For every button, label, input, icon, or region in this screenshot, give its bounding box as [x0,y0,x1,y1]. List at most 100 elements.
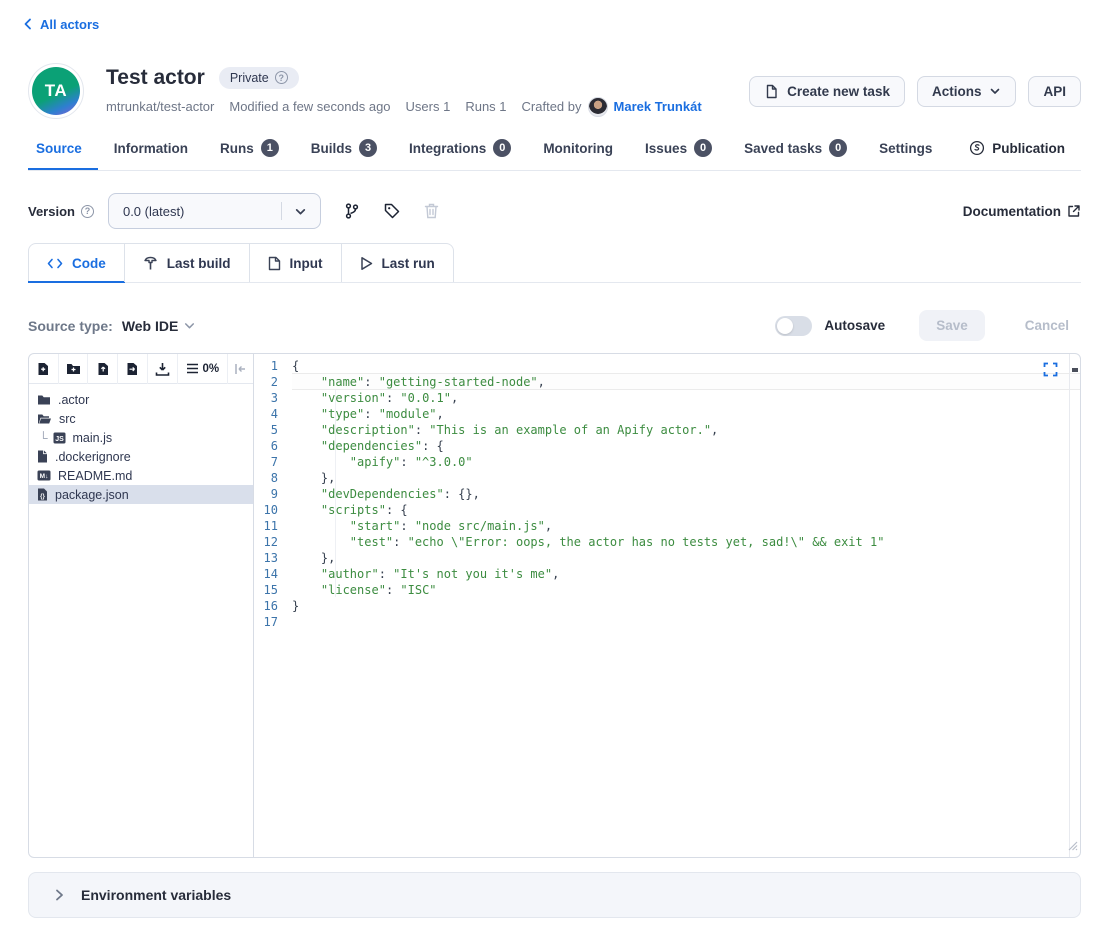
line-content: "dependencies": { [292,438,1080,454]
code-line[interactable]: 11 "start": "node src/main.js", [254,518,1080,534]
collapse-sidebar-button[interactable] [228,354,253,384]
code-line[interactable]: 2 "name": "getting-started-node", [254,374,1080,390]
resize-handle[interactable] [1066,839,1078,855]
line-number: 16 [254,598,292,614]
file-tree-item-main.js[interactable]: └JSmain.js [29,428,253,447]
download-button[interactable] [148,354,178,384]
documentation-link[interactable]: Documentation [963,204,1081,219]
version-select[interactable]: 0.0 (latest) [108,193,321,229]
tab-bar-items: Source InformationRuns1Builds3Integration… [28,139,948,170]
code-line[interactable]: 9 "devDependencies": {}, [254,486,1080,502]
autosave-toggle[interactable] [775,316,812,336]
tab-monitoring[interactable]: Monitoring [527,141,629,169]
code-line[interactable]: 6 "dependencies": { [254,438,1080,454]
tab-badge: 0 [694,139,712,157]
zoom-control[interactable]: 0% [178,354,229,384]
file-file-icon [37,450,48,463]
tab-saved-tasks[interactable]: Saved tasks0 [728,139,863,170]
subtab-input[interactable]: Input [249,243,342,282]
line-number: 3 [254,390,292,406]
file-tree-item-readme.md[interactable]: M↓ README.md [29,466,253,485]
tab-source[interactable]: Source [28,141,98,169]
rename-file-button[interactable] [118,354,148,384]
code-line[interactable]: 13 }, [254,550,1080,566]
code-line[interactable]: 3 "version": "0.0.1", [254,390,1080,406]
file-name: README.md [58,469,132,483]
scrollbar-thumb[interactable] [1072,368,1078,372]
tab-publication[interactable]: Publication [969,140,1065,169]
new-folder-icon [66,362,81,375]
code-line[interactable]: 1{ [254,358,1080,374]
line-content: "apify": "^3.0.0" [292,454,1080,470]
tab-integrations[interactable]: Integrations0 [393,139,527,170]
folder-icon [37,413,52,425]
breadcrumb[interactable]: All actors [20,16,99,32]
code-line[interactable]: 8 }, [254,470,1080,486]
line-number: 8 [254,470,292,486]
author-link[interactable]: Marek Trunkát [614,99,702,114]
folder-icon [37,394,51,406]
code-line[interactable]: 5 "description": "This is an example of … [254,422,1080,438]
tab-label: Source [36,141,82,156]
actions-button[interactable]: Actions [917,76,1017,107]
code-area[interactable]: 1{2 "name": "getting-started-node",3 "ve… [254,354,1080,857]
version-help-icon[interactable]: ? [81,205,94,218]
tab-settings[interactable]: Settings [863,141,948,169]
git-branch-icon [343,202,361,220]
git-branch-button[interactable] [343,202,361,220]
file-name: main.js [73,431,113,445]
line-content: }, [292,470,1080,486]
author-avatar [588,97,608,117]
svg-text:{}: {} [40,494,45,500]
vertical-scrollbar[interactable] [1069,354,1080,857]
file-tree-item-.actor[interactable]: .actor [29,390,253,409]
file-tree-item-src[interactable]: src [29,409,253,428]
line-content: "license": "ISC" [292,582,1080,598]
create-new-task-button[interactable]: Create new task [749,76,905,107]
environment-variables-section[interactable]: Environment variables [28,872,1081,918]
save-button[interactable]: Save [919,310,985,341]
subtab-code[interactable]: Code [28,243,125,282]
tab-label: Monitoring [543,141,613,156]
code-line[interactable]: 12 "test": "echo \"Error: oops, the acto… [254,534,1080,550]
subtab-last-run[interactable]: Last run [341,243,454,282]
users-count: Users 1 [406,99,451,114]
upload-file-button[interactable] [88,354,118,384]
subtab-last-build[interactable]: Last build [124,243,250,282]
actions-label: Actions [932,84,982,99]
tab-information[interactable]: Information [98,141,204,169]
code-line[interactable]: 16} [254,598,1080,614]
code-line[interactable]: 17 [254,614,1080,630]
file-name: .dockerignore [55,450,131,464]
tab-runs[interactable]: Runs1 [204,139,295,170]
code-line[interactable]: 7 "apify": "^3.0.0" [254,454,1080,470]
file-tree: 0% .actorsrc└JSmain.js .dockerignore M↓ REA… [29,354,254,857]
source-type-label: Source type: [28,318,113,334]
file-tree-item-package.json[interactable]: {}package.json [29,485,253,504]
code-line[interactable]: 15 "license": "ISC" [254,582,1080,598]
svg-text:M↓: M↓ [40,473,49,480]
line-content: "version": "0.0.1", [292,390,1080,406]
source-type-select[interactable]: Web IDE [122,318,197,334]
help-icon[interactable]: ? [275,71,288,84]
chevron-down-icon[interactable] [282,205,320,218]
new-folder-button[interactable] [59,354,89,384]
actor-avatar-initials: TA [32,67,80,115]
code-line[interactable]: 10 "scripts": { [254,502,1080,518]
api-button[interactable]: API [1028,76,1081,107]
actor-header: TA Test actor Private ? mtrunkat/test-ac… [28,63,1081,119]
line-number: 5 [254,422,292,438]
code-line[interactable]: 14 "author": "It's not you it's me", [254,566,1080,582]
fullscreen-button[interactable] [1043,362,1058,380]
delete-version-button[interactable] [423,202,440,220]
tab-label: Runs [220,141,254,156]
code-line[interactable]: 4 "type": "module", [254,406,1080,422]
tab-builds[interactable]: Builds3 [295,139,393,170]
tab-issues[interactable]: Issues0 [629,139,728,170]
tag-button[interactable] [383,202,401,220]
line-content: "test": "echo \"Error: oops, the actor h… [292,534,1080,550]
tag-icon [383,202,401,220]
file-tree-item-.dockerignore[interactable]: .dockerignore [29,447,253,466]
cancel-button[interactable]: Cancel [1013,318,1081,333]
new-file-button[interactable] [29,354,59,384]
